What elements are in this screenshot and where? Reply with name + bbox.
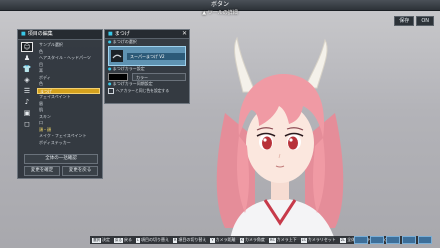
- accessory-category-icon[interactable]: ◈: [21, 75, 33, 85]
- eyelash-thumbnail: [111, 50, 123, 62]
- key-glyph: L: [136, 237, 140, 243]
- face: [246, 103, 314, 183]
- sync-hair-color-option[interactable]: ヘアカラーと同じ色を設定する: [108, 88, 186, 94]
- hint-label: カメラリセット: [307, 237, 336, 242]
- close-icon[interactable]: ✕: [182, 30, 187, 38]
- menu-button-4[interactable]: [402, 236, 416, 244]
- list-item[interactable]: ヘアスタイル・ヘッドパーツ: [37, 55, 100, 62]
- left-horn: [234, 36, 256, 93]
- edit-items-title: 項目の編集: [27, 31, 53, 37]
- top-right-buttons: 保存 ON: [394, 16, 434, 26]
- outfit-category-icon[interactable]: 👕: [21, 64, 33, 74]
- section-label: ● まつげカラー同期設定: [108, 81, 153, 86]
- eyelash-color-swatch[interactable]: [108, 73, 128, 81]
- menu-button-1[interactable]: [354, 236, 368, 244]
- section-type-label: まつげの選択: [112, 39, 137, 44]
- sync-hair-color-label: ヘアカラーと同じ色を設定する: [116, 88, 170, 93]
- edit-items-panel: ■ 項目の編集 ☺ ♟ 👕 ◈ ☰ ♪ ▣ ◻ サンプル選択 色 ヘアスタイル・ヘ…: [17, 29, 103, 179]
- key-glyph: Y: [210, 237, 215, 243]
- apply-button[interactable]: 変更を確定: [24, 166, 60, 176]
- hint-label: カメラ距離: [215, 237, 236, 242]
- hint-next-tab: R 項目の切り替え: [172, 237, 207, 243]
- left-eye-highlight: [263, 138, 267, 142]
- eyelash-panel: ■ まつげ ✕ ● まつげの選択 スーパーまつげ V2 ● まつげカラー設定 カラ…: [104, 29, 190, 104]
- top-subtitle: ▲ ツールの詳細: [202, 10, 238, 16]
- key-glyph: RS: [268, 237, 276, 243]
- hint-label: カメラ角度: [244, 237, 265, 242]
- hint-label: 項目の切り替え: [178, 237, 207, 242]
- toggle-button[interactable]: ON: [416, 16, 434, 26]
- sync-hair-color-checkbox[interactable]: [108, 88, 114, 94]
- edit-items-panel-header: ■ 項目の編集: [18, 30, 102, 40]
- eyelash-panel-header: ■ まつげ ✕: [105, 30, 189, 39]
- eyelash-type-selector[interactable]: スーパーまつげ V2: [108, 46, 186, 66]
- section-options-label: まつげカラー同期設定: [112, 81, 153, 86]
- palette-category-icon[interactable]: ▣: [21, 108, 33, 118]
- review-all-button[interactable]: 全体の一括確認: [24, 154, 98, 164]
- eyelash-panel-title: まつげ: [114, 31, 130, 37]
- hint-camera-vertical: RS カメラ上下: [268, 237, 297, 243]
- window-title: ボタン: [210, 1, 229, 8]
- key-glyph: 戻る: [114, 237, 123, 243]
- menu-button-5[interactable]: [418, 236, 432, 244]
- save-button[interactable]: 保存: [394, 16, 415, 26]
- menu-button-2[interactable]: [370, 236, 384, 244]
- key-glyph: X: [239, 237, 244, 243]
- hint-camera-distance: Y カメラ距離: [210, 237, 236, 243]
- hint-select: 選択 決定: [92, 237, 110, 243]
- category-icons: ☺ ♟ 👕 ◈ ☰ ♪ ▣ ◻: [21, 42, 35, 130]
- key-glyph: 選択: [92, 237, 101, 243]
- panel-marker-icon: ■: [108, 31, 113, 37]
- hint-label: 戻る: [124, 237, 132, 242]
- left-eye: [262, 136, 272, 150]
- hint-back: 戻る 戻る: [114, 237, 132, 243]
- panel-marker-icon: ■: [21, 31, 26, 37]
- eyelash-color-row: カラー: [108, 73, 186, 81]
- item-list: サンプル選択 色 ヘアスタイル・ヘッドパーツ 目 耳 ボディ 色 まつげ フェイ…: [37, 42, 100, 146]
- hint-label: カメラ上下: [276, 237, 297, 242]
- list-item[interactable]: ボディステッカー: [37, 140, 100, 147]
- key-glyph: LS: [300, 237, 307, 243]
- hint-prev-tab: L 項目の切り替え: [136, 237, 169, 243]
- key-glyph: ZL: [339, 237, 347, 243]
- section-label: ● まつげカラー設定: [108, 66, 145, 71]
- section-color-label: まつげカラー設定: [112, 66, 145, 71]
- body-category-icon[interactable]: ♟: [21, 53, 33, 63]
- hint-label: 決定: [102, 237, 110, 242]
- bottom-right-buttons: [354, 236, 432, 244]
- right-eye: [288, 136, 298, 150]
- eyelash-type-name: スーパーまつげ V2: [127, 53, 185, 60]
- revert-button[interactable]: 変更を戻る: [62, 166, 98, 176]
- menu-button-3[interactable]: [386, 236, 400, 244]
- list-category-icon[interactable]: ☰: [21, 86, 33, 96]
- settings-category-icon[interactable]: ◻: [21, 119, 33, 129]
- color-button[interactable]: カラー: [132, 73, 186, 81]
- right-eye-highlight: [289, 138, 293, 142]
- section-label: ● まつげの選択: [108, 39, 137, 44]
- hint-label: 項目の切り替え: [140, 237, 169, 242]
- character-preview: [216, 36, 344, 240]
- face-category-icon[interactable]: ☺: [21, 42, 33, 52]
- motion-category-icon[interactable]: ♪: [21, 97, 33, 107]
- hint-camera-reset: LS カメラリセット: [300, 237, 336, 243]
- right-horn: [304, 38, 328, 89]
- key-glyph: R: [172, 237, 178, 243]
- hint-camera-angle: X カメラ角度: [239, 237, 265, 243]
